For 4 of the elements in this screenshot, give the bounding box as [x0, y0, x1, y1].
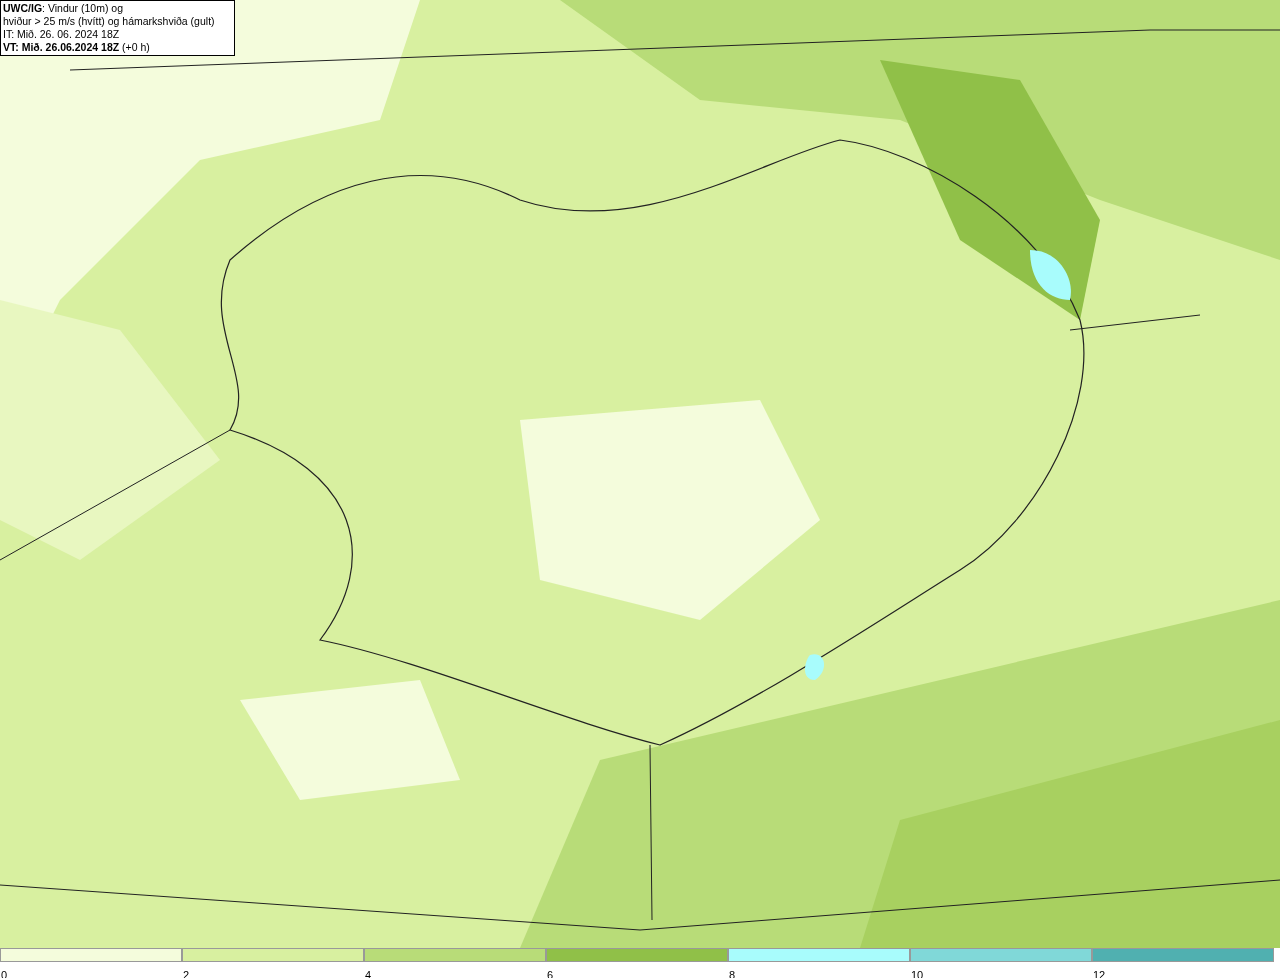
title-line: hviður > 25 m/s (hvítt) og hámarkshviða (gult): [3, 15, 216, 28]
title-line: VT: Mið. 26.06.2024 18Z (+0 h): [3, 41, 151, 54]
title-line: UWC/IG: Vindur (10m) og: [3, 2, 124, 15]
title-line: IT: Mið. 26. 06. 2024 18Z: [3, 28, 121, 41]
